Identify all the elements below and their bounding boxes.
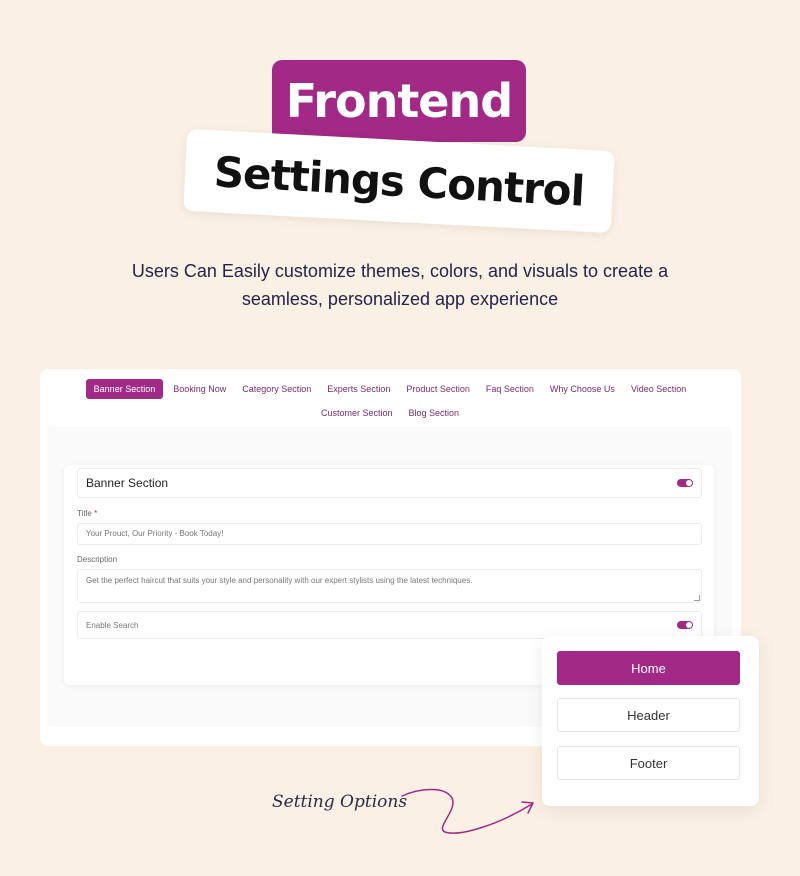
- setting-options-caption: Setting Options: [272, 792, 408, 812]
- setting-options-card: Home Header Footer: [542, 636, 759, 806]
- option-home-button[interactable]: Home: [557, 651, 740, 685]
- frontend-badge: Frontend: [272, 60, 526, 142]
- tab-booking-now[interactable]: Booking Now: [165, 379, 234, 399]
- section-tabs: Banner Section Booking Now Category Sect…: [50, 379, 730, 423]
- tab-why-choose-us[interactable]: Why Choose Us: [542, 379, 623, 399]
- tab-customer-section[interactable]: Customer Section: [313, 403, 401, 423]
- title-label-text: Title: [77, 509, 92, 518]
- description-label: Description: [77, 555, 118, 564]
- title-label: Title *: [77, 509, 97, 518]
- enable-search-row: Enable Search: [77, 611, 702, 639]
- curved-arrow-icon: [401, 788, 534, 834]
- banner-section-header: Banner Section: [77, 468, 702, 498]
- title-input[interactable]: Your Prouct, Our Priority - Book Today!: [77, 523, 702, 545]
- section-enable-toggle[interactable]: [677, 479, 693, 487]
- enable-search-toggle[interactable]: [677, 621, 693, 629]
- subtitle: Users Can Easily customize themes, color…: [100, 257, 700, 313]
- option-footer-button[interactable]: Footer: [557, 746, 740, 780]
- subtitle-line-2: seamless, personalized app experience: [241, 289, 559, 309]
- tab-video-section[interactable]: Video Section: [623, 379, 694, 399]
- subtitle-line-1: Users Can Easily customize themes, color…: [131, 261, 669, 281]
- tab-category-section[interactable]: Category Section: [234, 379, 319, 399]
- section-title: Banner Section: [86, 476, 169, 490]
- tab-faq-section[interactable]: Faq Section: [478, 379, 542, 399]
- description-text: Get the perfect haircut that suits your …: [86, 576, 473, 585]
- tab-product-section[interactable]: Product Section: [398, 379, 478, 399]
- tab-experts-section[interactable]: Experts Section: [319, 379, 398, 399]
- enable-search-label: Enable Search: [86, 620, 139, 630]
- required-mark: *: [94, 509, 98, 518]
- description-textarea[interactable]: Get the perfect haircut that suits your …: [77, 569, 702, 603]
- resize-handle-icon[interactable]: [694, 595, 700, 601]
- option-header-button[interactable]: Header: [557, 698, 740, 732]
- settings-control-card: Settings Control: [183, 128, 615, 234]
- tab-blog-section[interactable]: Blog Section: [400, 403, 467, 423]
- tab-banner-section[interactable]: Banner Section: [85, 379, 164, 399]
